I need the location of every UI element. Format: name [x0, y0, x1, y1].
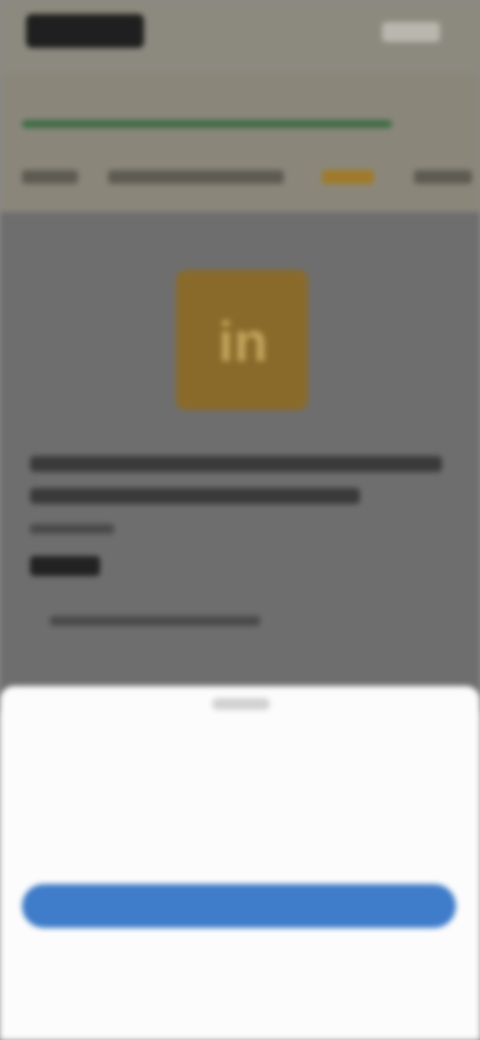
product-price [30, 556, 100, 576]
manage-options-link[interactable] [104, 852, 380, 870]
consent-body [22, 778, 452, 806]
hero-band [0, 72, 480, 212]
product-title-line-2 [30, 488, 360, 504]
sheet-handle[interactable] [212, 698, 270, 710]
product-title-line-1 [30, 456, 442, 472]
consent-title [22, 742, 402, 764]
product-note [50, 616, 260, 626]
product-image-mark: in [218, 310, 268, 373]
breadcrumb-item-4[interactable] [414, 170, 472, 184]
privacy-policy-link[interactable] [160, 1016, 324, 1030]
product-meta [30, 524, 114, 534]
top-bar [0, 0, 480, 72]
consent-sheet [0, 686, 480, 1040]
breadcrumb-item-2[interactable] [108, 170, 284, 184]
site-logo[interactable] [26, 14, 144, 48]
promo-bar [22, 120, 392, 128]
reject-link[interactable] [150, 956, 334, 972]
breadcrumb-item-1[interactable] [22, 170, 78, 184]
header-action[interactable] [382, 22, 440, 42]
breadcrumb-item-3[interactable] [322, 170, 374, 184]
accept-all-button[interactable] [22, 884, 456, 928]
breadcrumb [22, 170, 472, 190]
